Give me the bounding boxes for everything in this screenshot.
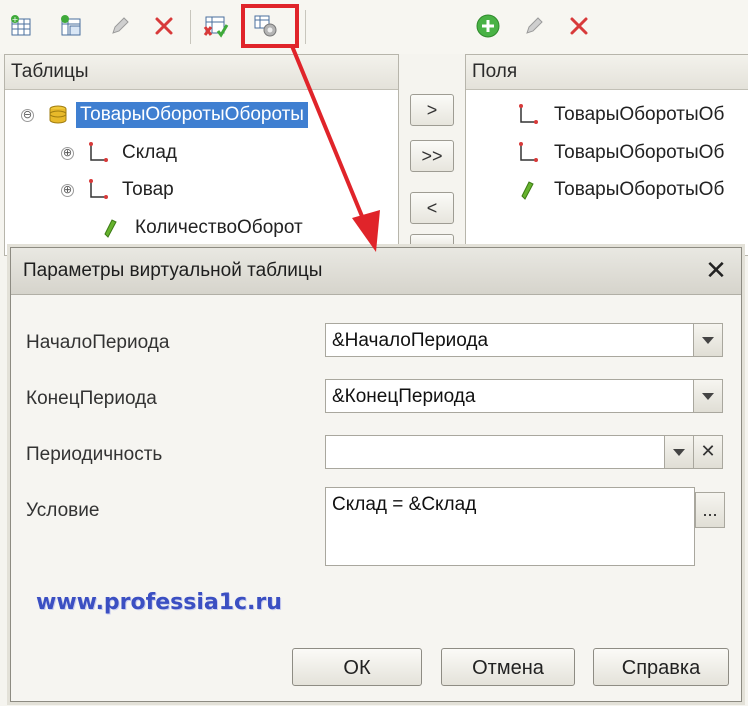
clear-icon: ✕ bbox=[700, 441, 716, 462]
period-end-value: &КонецПериода bbox=[332, 386, 476, 407]
annotation-arrow bbox=[290, 45, 380, 252]
condition-ellipsis-button[interactable]: ... bbox=[695, 492, 725, 528]
cancel-button[interactable]: Отмена bbox=[441, 648, 575, 686]
period-start-value: &НачалоПериода bbox=[332, 330, 489, 351]
virtual-table-parameters-dialog: Параметры виртуальной таблицы ✕ НачалоПе… bbox=[10, 247, 742, 702]
help-button[interactable]: Справка bbox=[593, 648, 729, 686]
condition-value: Склад = &Склад bbox=[332, 494, 477, 515]
periodicity-field[interactable]: ✕ bbox=[325, 435, 723, 469]
period-start-label: НачалоПериода bbox=[26, 332, 170, 353]
period-end-field[interactable]: &КонецПериода bbox=[325, 379, 723, 413]
chevron-down-icon bbox=[702, 336, 714, 344]
watermark: www.professia1c.ru bbox=[36, 590, 282, 615]
periodicity-clear-button[interactable]: ✕ bbox=[693, 435, 723, 469]
chevron-down-icon bbox=[702, 392, 714, 400]
periodicity-label: Периодичность bbox=[26, 444, 163, 465]
chevron-down-icon bbox=[673, 448, 685, 456]
condition-label: Условие bbox=[26, 500, 100, 521]
condition-field[interactable]: Склад = &Склад bbox=[325, 487, 695, 566]
ellipsis-icon: ... bbox=[702, 500, 718, 520]
ok-button[interactable]: ОК bbox=[292, 648, 422, 686]
period-end-label: КонецПериода bbox=[26, 388, 157, 409]
periodicity-dropdown-button[interactable] bbox=[664, 435, 694, 469]
period-end-dropdown-button[interactable] bbox=[693, 379, 723, 413]
period-start-field[interactable]: &НачалоПериода bbox=[325, 323, 723, 357]
period-start-dropdown-button[interactable] bbox=[693, 323, 723, 357]
